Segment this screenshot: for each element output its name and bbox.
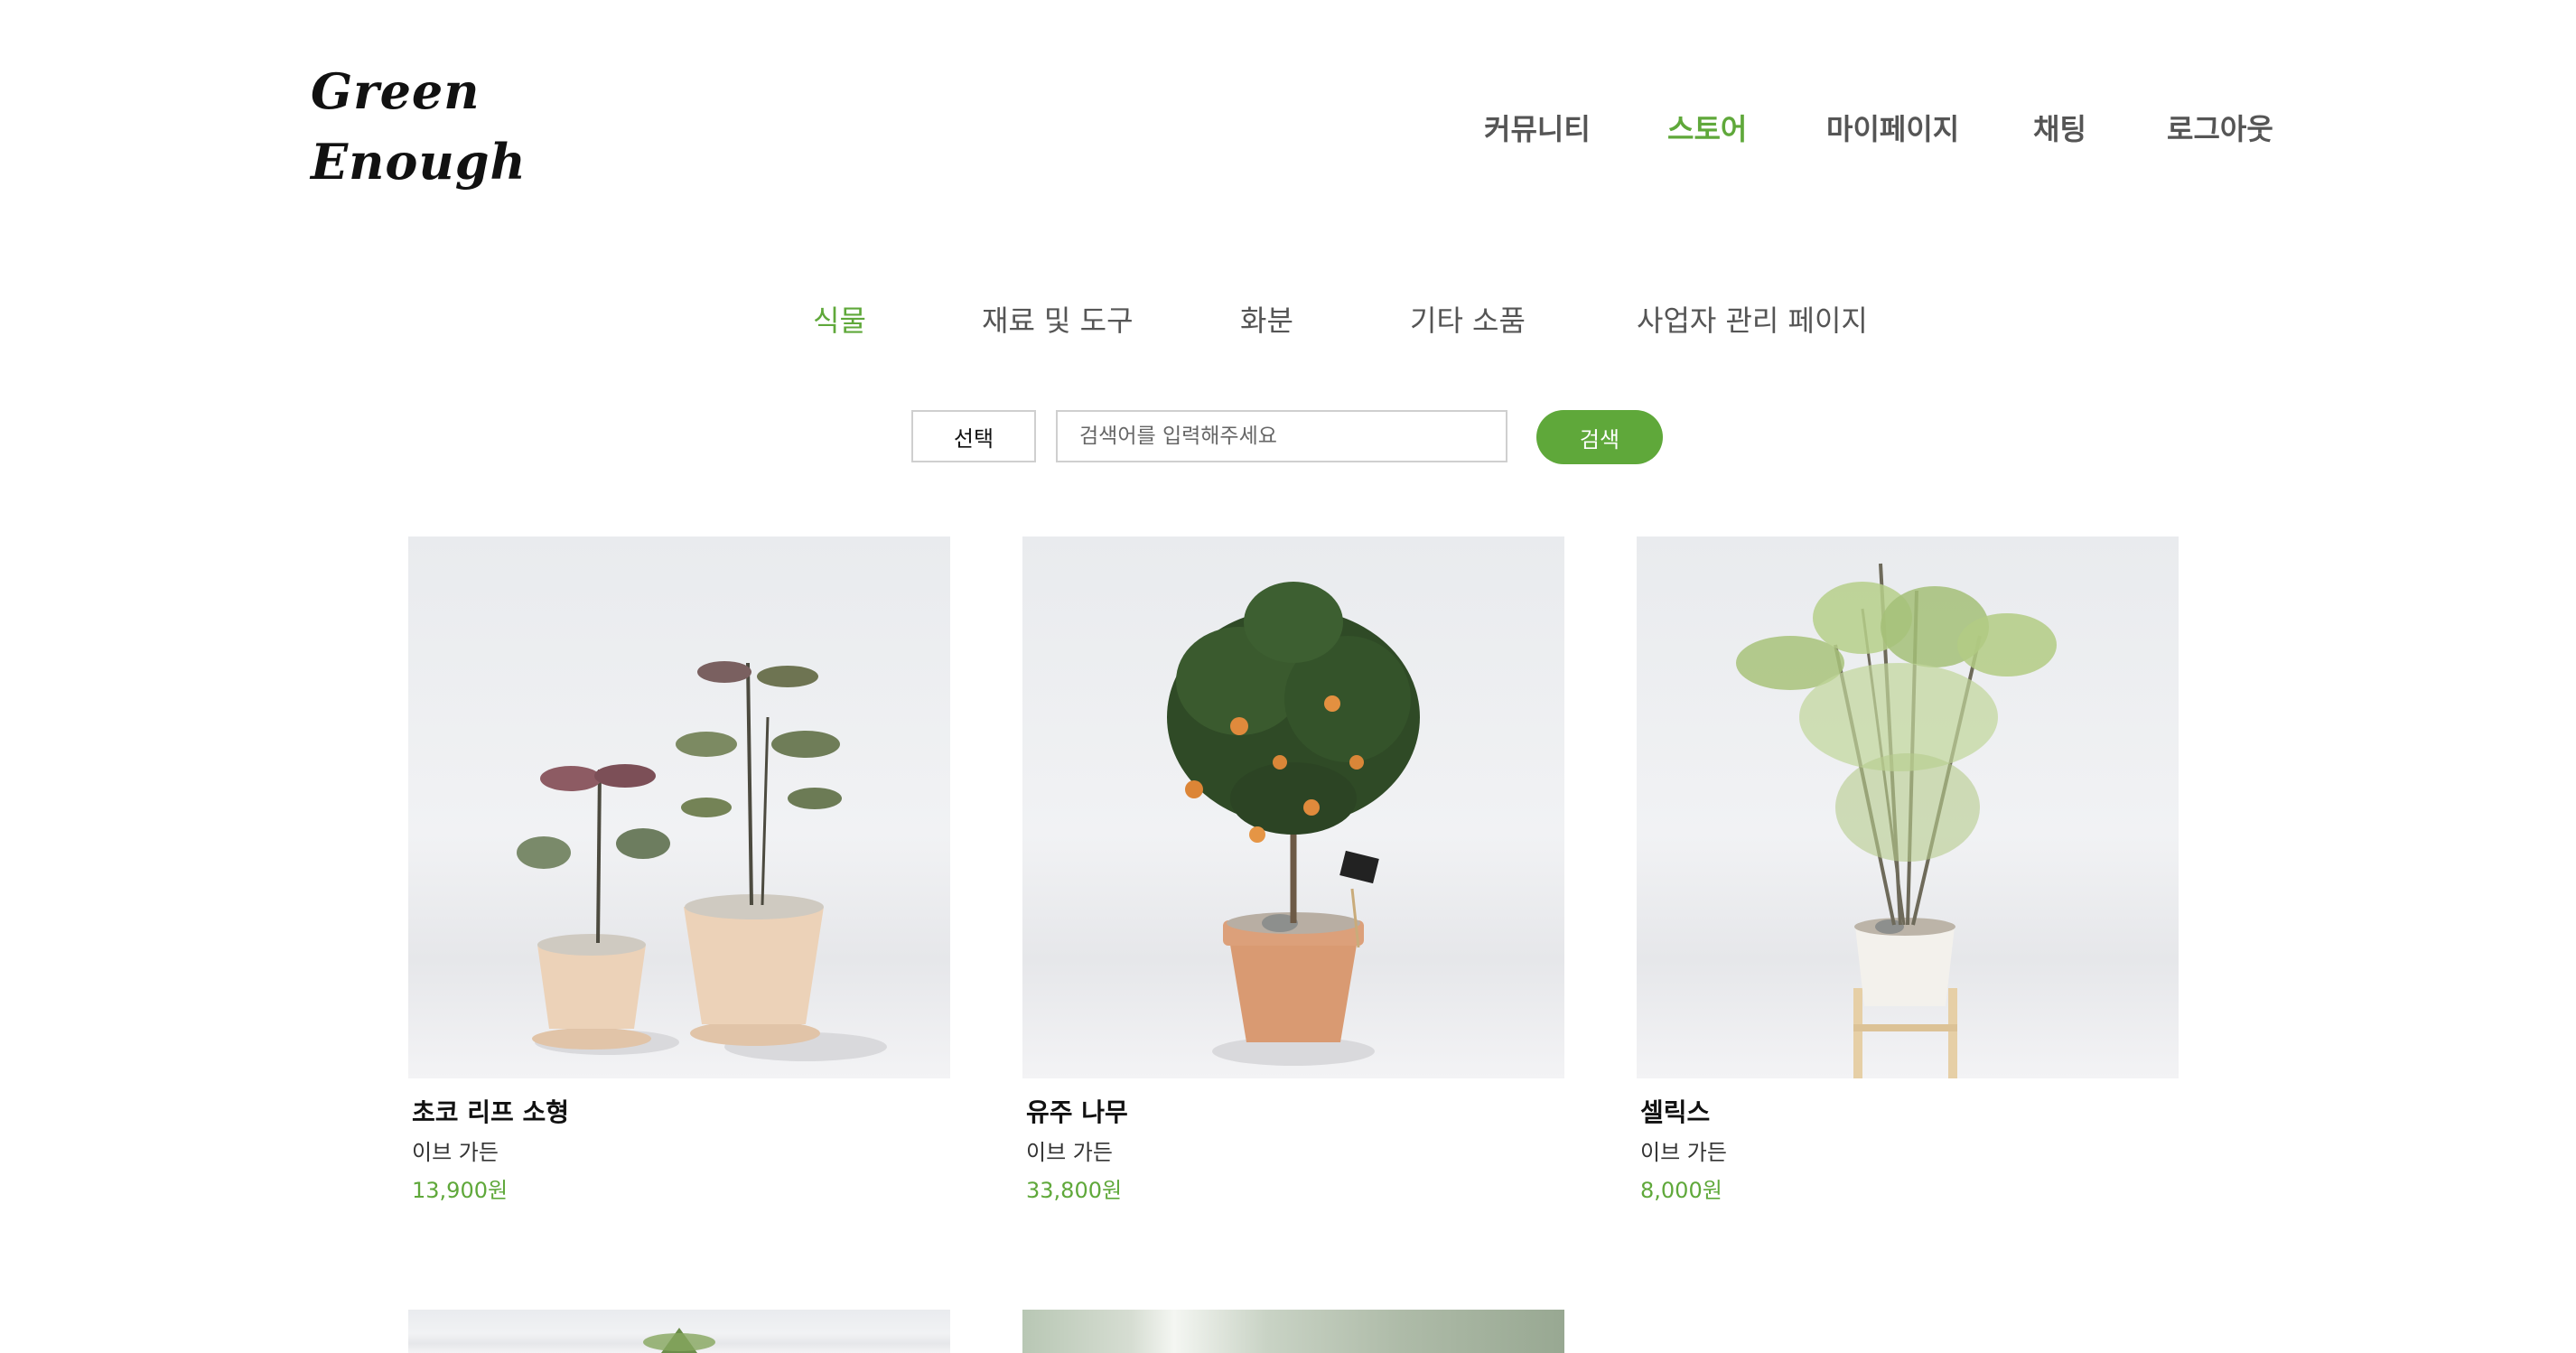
product-card[interactable]: 유주 나무 이브 가든 33,800원 xyxy=(1022,537,1564,1207)
category-tab-other-items[interactable]: 기타 소품 xyxy=(1410,298,1526,340)
product-price: 13,900원 xyxy=(412,1178,509,1203)
product-name[interactable]: 초코 리프 소형 xyxy=(412,1095,950,1131)
product-image[interactable] xyxy=(1637,537,2179,1078)
search-category-select-value: 선택 xyxy=(953,425,994,452)
category-tab-plants[interactable]: 식물 xyxy=(813,298,866,340)
product-seller: 이브 가든 xyxy=(1026,1140,1113,1165)
category-tab-materials-tools[interactable]: 재료 및 도구 xyxy=(982,298,1134,340)
product-price: 8,000원 xyxy=(1640,1178,1722,1203)
product-image[interactable] xyxy=(408,537,950,1078)
product-seller: 이브 가든 xyxy=(1640,1140,1727,1165)
product-image[interactable] xyxy=(1022,537,1564,1078)
search-button[interactable]: 검색 xyxy=(1536,410,1663,464)
nav-logout[interactable]: 로그아웃 xyxy=(2167,107,2273,148)
product-name[interactable]: 유주 나무 xyxy=(1026,1095,1564,1131)
search-category-select[interactable]: 선택 xyxy=(911,410,1036,462)
product-card[interactable] xyxy=(408,1310,950,1353)
product-price: 33,800원 xyxy=(1026,1178,1123,1203)
product-card[interactable] xyxy=(1022,1310,1564,1353)
product-name[interactable]: 셀릭스 xyxy=(1640,1095,2179,1131)
nav-store[interactable]: 스토어 xyxy=(1667,107,1747,148)
product-seller: 이브 가든 xyxy=(412,1140,499,1165)
brand-logo[interactable]: Green Enough xyxy=(311,56,527,197)
nav-community[interactable]: 커뮤니티 xyxy=(1484,107,1591,148)
brand-logo-line1: Green xyxy=(311,62,481,120)
search-input[interactable] xyxy=(1056,410,1507,462)
product-card[interactable]: 초코 리프 소형 이브 가든 13,900원 xyxy=(408,537,950,1207)
category-tab-pots[interactable]: 화분 xyxy=(1240,298,1293,340)
nav-mypage[interactable]: 마이페이지 xyxy=(1826,107,1959,148)
product-card[interactable]: 셀릭스 이브 가든 8,000원 xyxy=(1637,537,2179,1207)
product-image[interactable] xyxy=(408,1310,950,1353)
product-image[interactable] xyxy=(1022,1310,1564,1353)
category-tab-business-admin[interactable]: 사업자 관리 페이지 xyxy=(1637,298,1868,340)
nav-chat[interactable]: 채팅 xyxy=(2033,107,2086,148)
brand-logo-line2: Enough xyxy=(311,133,527,191)
